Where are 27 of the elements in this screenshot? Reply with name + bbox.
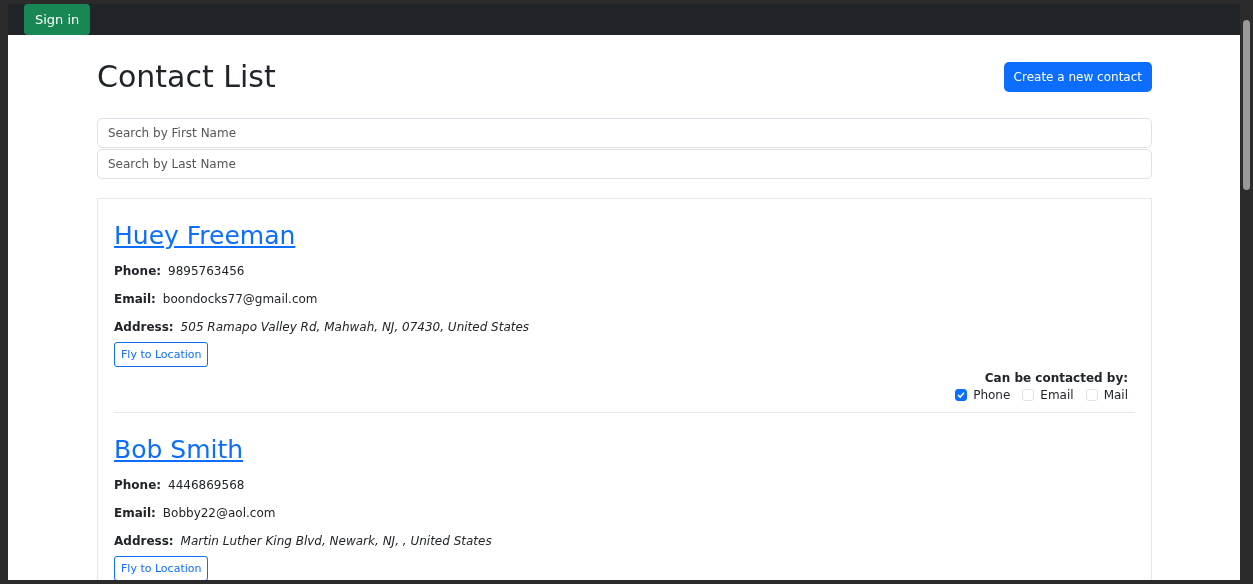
search-field[interactable]: Search by First Name — [97, 118, 1152, 148]
field-label: Phone: — [114, 264, 162, 278]
checkbox-label: Mail — [1103, 388, 1128, 402]
checkbox[interactable] — [955, 389, 968, 401]
create-contact-button[interactable]: Create a new contact — [1003, 61, 1152, 92]
search-field[interactable]: Search by Last Name — [97, 149, 1152, 179]
contact-name-link[interactable]: Bob Smith — [114, 435, 244, 464]
contact-methods-heading: Can be contacted by: — [984, 371, 1128, 385]
checkbox-label: Phone — [973, 388, 1011, 402]
field-label: Address: — [114, 320, 174, 334]
contact-name-link[interactable]: Huey Freeman — [114, 221, 296, 250]
field-value: 505 Ramapo Valley Rd, Mahwah, NJ, 07430, United States — [180, 320, 530, 334]
checkbox-label: Email — [1040, 388, 1074, 402]
field-value: 9895763456 — [168, 264, 245, 278]
field-label: Phone: — [114, 478, 162, 492]
field-value: 4446869568 — [168, 478, 245, 492]
sign-in-button[interactable]: Sign in — [24, 4, 91, 35]
field-label: Email: — [114, 506, 156, 520]
fly-to-location-button[interactable]: Fly to Location — [114, 556, 209, 580]
scrollbar-thumb[interactable] — [1243, 20, 1250, 190]
fly-to-location-button[interactable]: Fly to Location — [114, 342, 209, 367]
field-label: Address: — [114, 534, 174, 548]
field-value: boondocks77@gmail.com — [162, 292, 318, 306]
page-title: Contact List — [97, 59, 276, 94]
field-value: Bobby22@aol.com — [162, 506, 276, 520]
field-value: Martin Luther King Blvd, Newark, NJ, , United States — [180, 534, 492, 548]
field-label: Email: — [114, 292, 156, 306]
